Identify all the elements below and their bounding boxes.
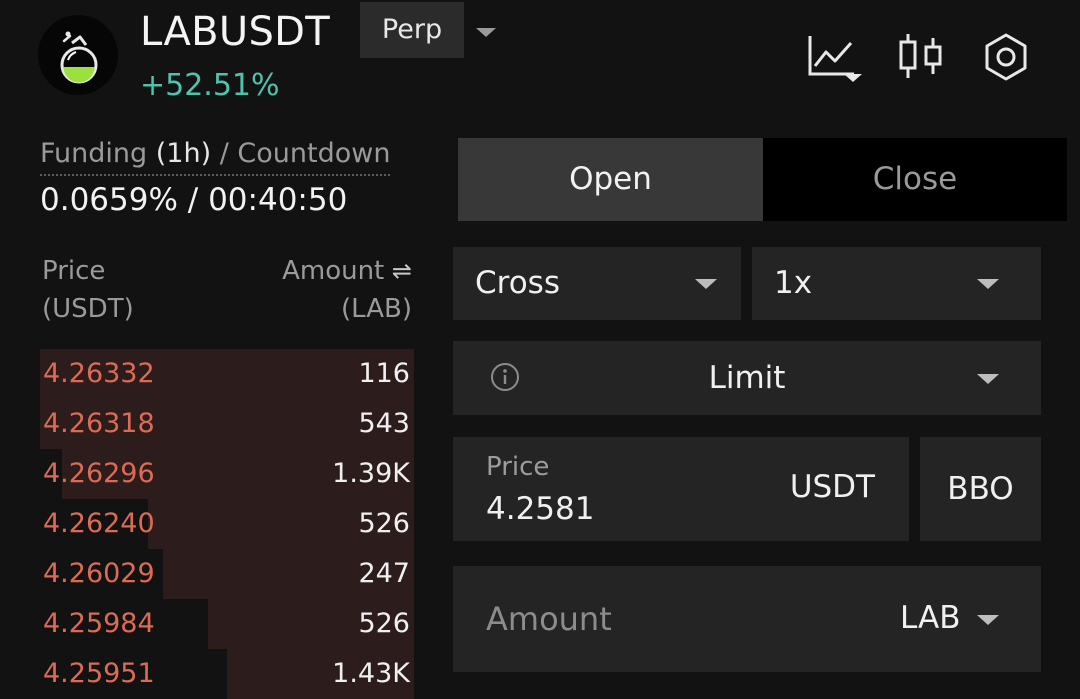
orderbook-row[interactable]: 4.26318 543 <box>40 399 414 449</box>
contract-type-tag[interactable]: Perp <box>360 2 464 58</box>
orderbook-price-header: Price (USDT) <box>42 252 134 328</box>
ask-amount: 247 <box>358 558 410 589</box>
margin-mode-select[interactable]: Cross <box>453 247 741 320</box>
amount-input[interactable]: Amount LAB <box>453 566 1041 672</box>
pair-name[interactable]: LABUSDT <box>140 8 330 56</box>
price-header-unit: (USDT) <box>42 294 134 324</box>
ask-amount: 116 <box>358 358 410 389</box>
chevron-down-icon <box>977 279 999 289</box>
bbo-button[interactable]: BBO <box>920 437 1041 541</box>
ask-amount: 1.43K <box>332 658 410 689</box>
ask-price: 4.26332 <box>43 358 155 389</box>
orderbook-row[interactable]: 4.26296 1.39K <box>40 449 414 499</box>
line-chart-icon <box>808 36 862 82</box>
market-dropdown-button[interactable] <box>470 16 502 48</box>
order-type-select[interactable]: Limit <box>453 341 1041 415</box>
leverage-select[interactable]: 1x <box>752 247 1041 320</box>
chart-type-button[interactable] <box>806 30 862 84</box>
ask-amount: 526 <box>358 508 410 539</box>
chevron-down-icon[interactable] <box>977 615 999 625</box>
candlestick-button[interactable] <box>895 30 949 84</box>
funding-label[interactable]: Funding (1h) / Countdown <box>40 136 391 176</box>
orderbook-row[interactable]: 4.26332 116 <box>40 349 414 399</box>
orderbook-row[interactable]: 4.25951 1.43K <box>40 649 414 699</box>
price-change-percent: +52.51% <box>140 68 280 103</box>
ask-price: 4.26029 <box>43 558 155 589</box>
leverage-value: 1x <box>774 265 813 301</box>
amount-header-label: Amount <box>282 256 385 286</box>
settings-button[interactable] <box>979 30 1033 84</box>
price-input-value[interactable]: 4.2581 <box>486 489 594 529</box>
amount-header-unit: (LAB) <box>341 294 412 324</box>
price-header-label: Price <box>42 256 106 286</box>
amount-input-placeholder[interactable]: Amount <box>486 599 612 639</box>
swap-arrows-icon[interactable]: ⇌ <box>384 257 412 285</box>
funding-interval: (1h) <box>155 138 212 169</box>
ask-amount: 543 <box>358 408 410 439</box>
flask-icon <box>60 31 98 84</box>
chevron-down-icon <box>695 279 717 289</box>
orderbook-amount-header[interactable]: Amount ⇌ (LAB) <box>250 252 412 328</box>
ask-price: 4.26296 <box>43 458 155 489</box>
funding-rate-countdown: 0.0659% / 00:40:50 <box>40 182 348 218</box>
price-input-label: Price <box>486 452 550 482</box>
tab-close[interactable]: Close <box>763 138 1067 221</box>
price-unit: USDT <box>789 469 875 505</box>
chevron-down-icon <box>977 374 999 384</box>
token-logo <box>38 15 118 95</box>
orderbook-row[interactable]: 4.26029 247 <box>40 549 414 599</box>
ask-amount: 526 <box>358 608 410 639</box>
countdown-label: / Countdown <box>219 138 391 169</box>
ask-price: 4.26240 <box>43 508 155 539</box>
candlestick-icon <box>899 34 942 78</box>
orderbook-row[interactable]: 4.26240 526 <box>40 499 414 549</box>
order-type-value: Limit <box>708 360 786 396</box>
ask-price: 4.25951 <box>43 658 155 689</box>
tab-open[interactable]: Open <box>458 138 763 221</box>
ask-price: 4.25984 <box>43 608 155 639</box>
ask-amount: 1.39K <box>332 458 410 489</box>
ask-price: 4.26318 <box>43 408 155 439</box>
funding-label-text: Funding <box>40 138 148 169</box>
settings-hexagon-icon <box>985 33 1027 81</box>
price-input[interactable]: Price 4.2581 USDT <box>453 437 909 541</box>
caret-down-icon <box>476 28 496 37</box>
margin-mode-value: Cross <box>475 265 560 301</box>
orderbook-row[interactable]: 4.25984 526 <box>40 599 414 649</box>
amount-unit-select[interactable]: LAB <box>900 598 960 638</box>
